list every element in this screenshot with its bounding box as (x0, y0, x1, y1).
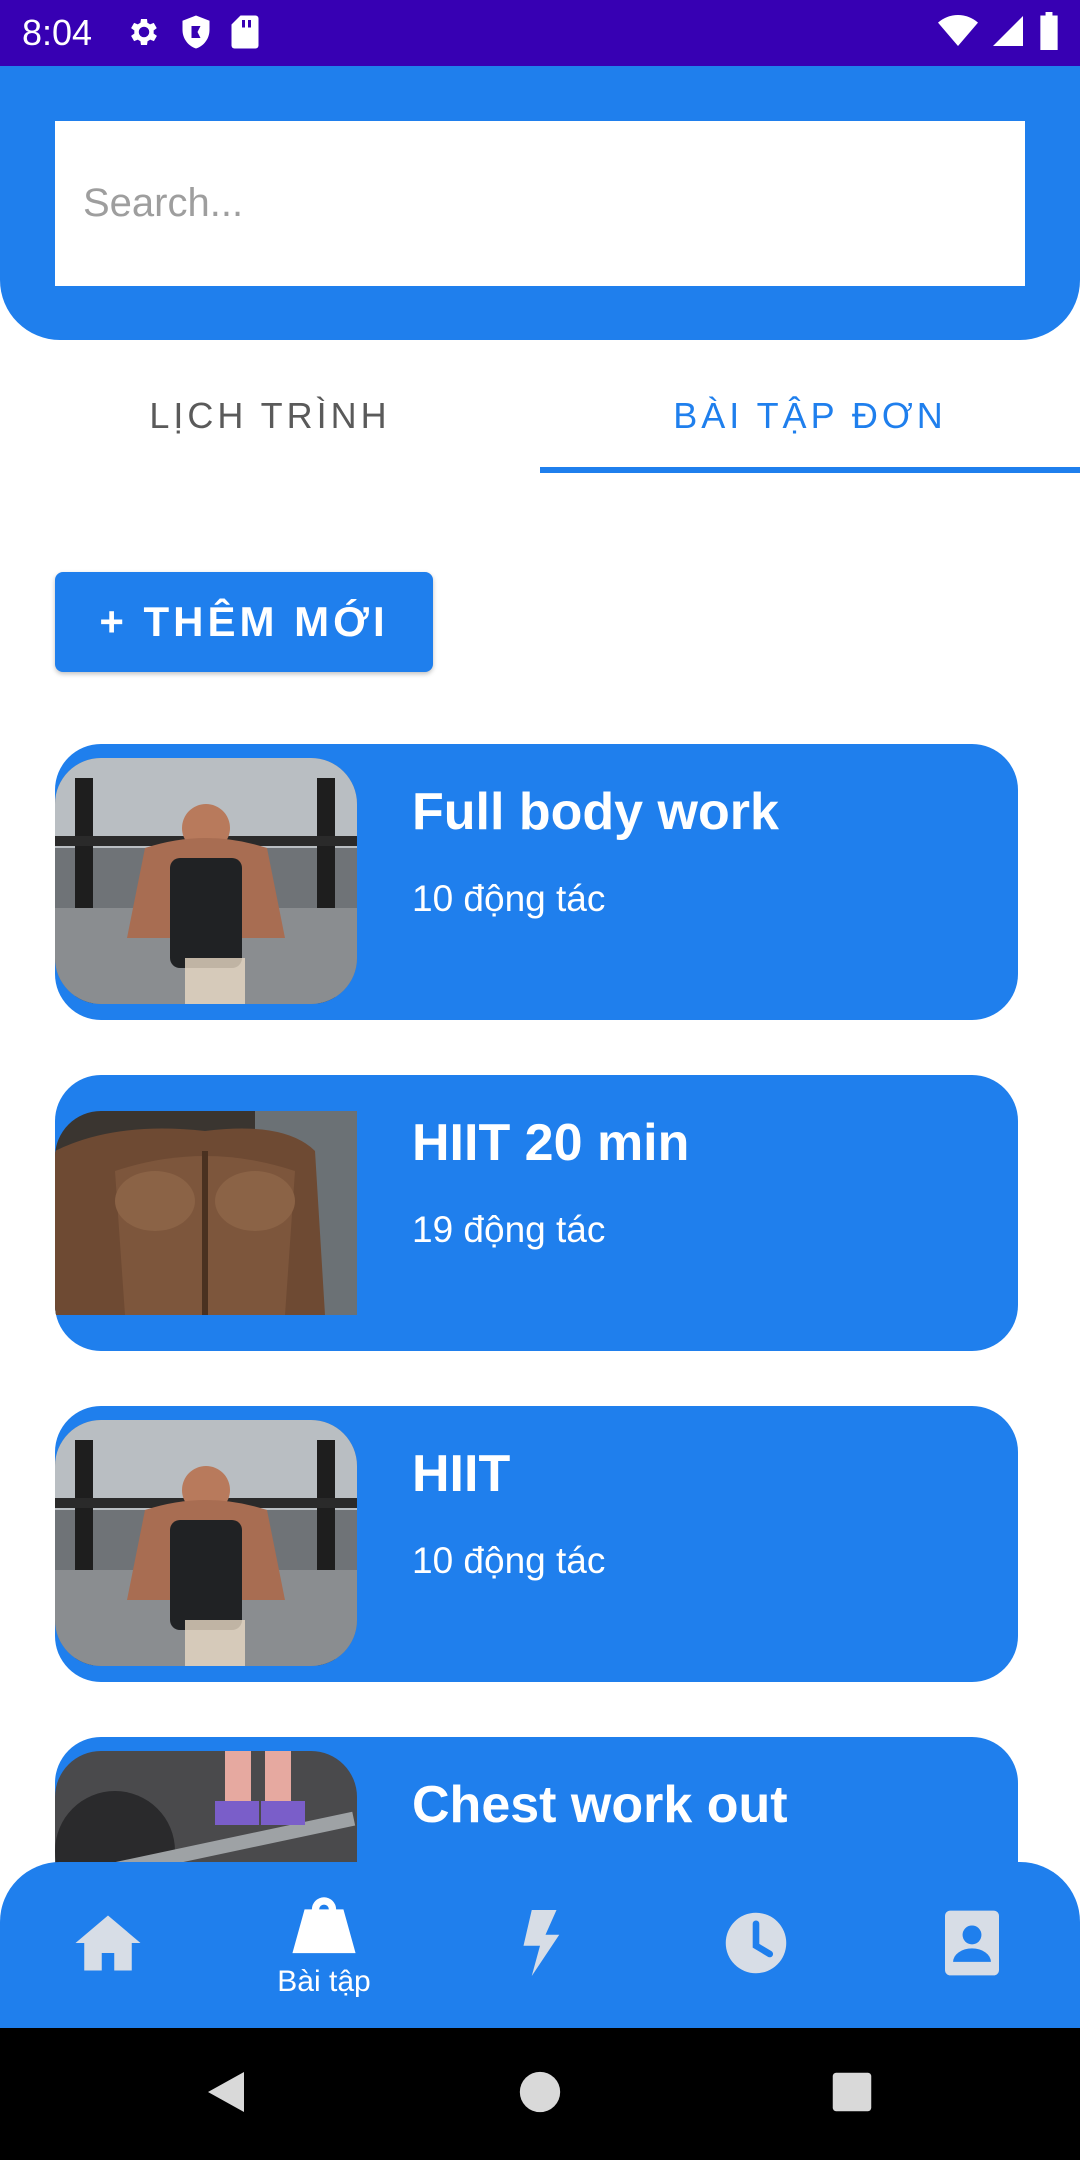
barbell-press-photo (55, 1420, 357, 1666)
workout-card[interactable]: HIIT 20 min 19 động tác (55, 1075, 1018, 1351)
workout-count: 10 động tác (412, 1540, 606, 1581)
status-time: 8:04 (22, 12, 93, 53)
recents-button[interactable] (792, 2028, 912, 2160)
workout-title: HIIT (412, 1445, 511, 1503)
workout-title: Chest work out (412, 1776, 788, 1834)
system-navigation-bar (0, 2028, 1080, 2160)
lightning-icon (515, 1909, 565, 1981)
home-button[interactable] (480, 2028, 600, 2160)
clock-icon (723, 1910, 789, 1981)
workout-card[interactable]: HIIT 10 động tác (55, 1406, 1018, 1682)
search-input[interactable] (55, 121, 1025, 286)
workout-title: HIIT 20 min (412, 1114, 690, 1172)
status-bar: 8:04 (0, 0, 1080, 66)
status-left-icons (126, 14, 260, 50)
back-triangle-icon (204, 2068, 248, 2121)
wifi-icon (938, 13, 978, 49)
nav-history[interactable] (648, 1862, 864, 2028)
workout-title: Full body work (412, 783, 779, 841)
tab-bar: LỊCH TRÌNH BÀI TẬP ĐƠN (0, 360, 1080, 473)
add-new-button[interactable]: + THÊM MỚI (55, 572, 433, 672)
sd-card-icon (230, 14, 260, 50)
nav-home[interactable] (0, 1862, 216, 2028)
workout-count: 19 động tác (412, 1209, 606, 1250)
recents-square-icon (831, 2071, 873, 2118)
nav-quick[interactable] (432, 1862, 648, 2028)
nav-workouts[interactable]: Bài tập (216, 1862, 432, 2028)
workout-card[interactable]: Full body work 10 động tác (55, 744, 1018, 1020)
barbell-press-photo (55, 758, 357, 1004)
contact-card-icon (945, 1910, 999, 1981)
kettlebell-icon (290, 1892, 358, 1961)
back-button[interactable] (166, 2028, 286, 2160)
tab-indicator (540, 467, 1080, 473)
tab-schedule[interactable]: LỊCH TRÌNH (0, 360, 540, 472)
gear-icon (126, 14, 162, 50)
bottom-navigation: Bài tập (0, 1862, 1080, 2028)
workout-count: 10 động tác (412, 878, 606, 919)
tab-single-exercise[interactable]: BÀI TẬP ĐƠN (540, 360, 1080, 472)
battery-icon (1038, 12, 1060, 50)
home-icon (73, 1913, 143, 1978)
muscular-back-photo (55, 1111, 357, 1315)
search-box[interactable] (55, 121, 1025, 286)
home-circle-icon (518, 2070, 562, 2119)
nav-label-workouts: Bài tập (277, 1964, 371, 1998)
header (0, 66, 1080, 340)
signal-icon (990, 13, 1026, 49)
status-right-icons (938, 12, 1060, 50)
nav-profile[interactable] (864, 1862, 1080, 2028)
shield-icon (180, 14, 212, 50)
